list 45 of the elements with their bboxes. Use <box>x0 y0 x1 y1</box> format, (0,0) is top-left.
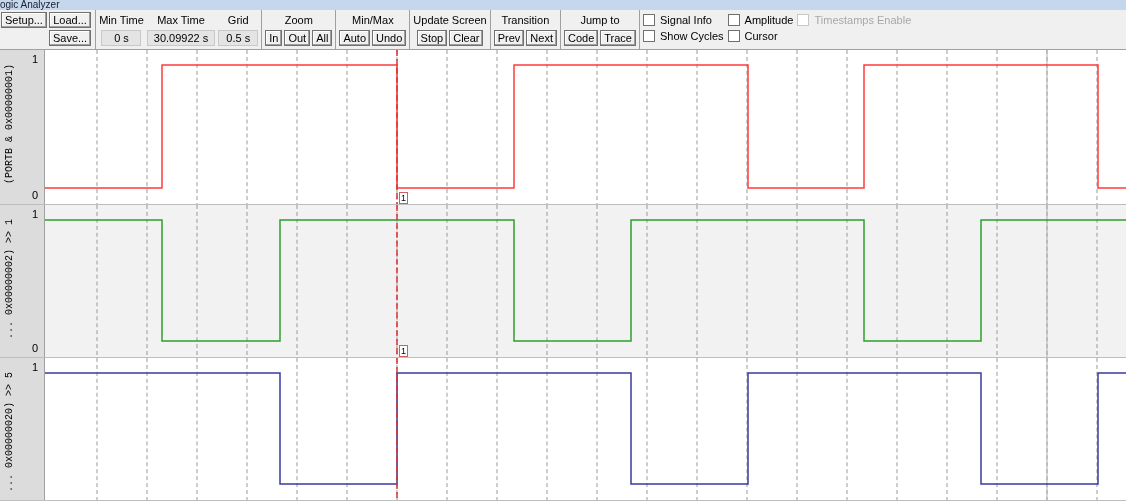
axis-max-label: 1 <box>31 53 38 65</box>
field-label: Grid <box>227 14 249 27</box>
group-label: Min/Max <box>352 14 394 27</box>
value-field: 0.5 s <box>218 30 259 46</box>
signal-name: (PORTB & 0x00000001) <box>4 64 16 185</box>
value-field: 0 s <box>101 30 142 46</box>
toolbar-button[interactable]: Undo <box>372 30 407 46</box>
group-label: Zoom <box>284 14 313 27</box>
group-label: Update Screen <box>413 14 487 27</box>
toolbar-button[interactable]: Trace <box>600 30 636 46</box>
save-button[interactable]: Save... <box>48 30 92 46</box>
load-button[interactable]: Load... <box>48 12 92 28</box>
field-label: Min Time <box>99 14 144 27</box>
toolbar-button[interactable]: Prev <box>493 30 525 46</box>
checkbox[interactable] <box>643 14 655 26</box>
checkbox-label: Signal Info <box>660 13 712 27</box>
checkbox[interactable] <box>643 30 655 42</box>
cursor-marker: 1 <box>399 192 408 204</box>
setup-button[interactable]: Setup... <box>1 12 47 28</box>
toolbar-button[interactable]: Clear <box>449 30 484 46</box>
axis-max-label: 1 <box>31 361 38 373</box>
signal-name: ... 0x00000020) >> 5 <box>4 372 16 493</box>
signal-name: ... 0x00000002) >> 1 <box>4 219 16 340</box>
toolbar-button[interactable]: Auto <box>339 30 371 46</box>
checkbox[interactable] <box>727 14 740 26</box>
field-label: Max Time <box>157 14 205 27</box>
checkbox-label: Show Cycles <box>660 29 724 43</box>
value-field: 30.09922 s <box>146 30 216 46</box>
group-label: Jump to <box>580 14 620 27</box>
window-title: ogic Analyzer <box>0 0 61 10</box>
group-label: Transition <box>501 14 550 27</box>
toolbar-button[interactable]: Stop <box>416 30 448 46</box>
axis-max-label: 1 <box>31 208 38 220</box>
toolbar-button[interactable]: All <box>312 30 333 46</box>
checkbox-label: Cursor <box>744 29 778 43</box>
checkbox-label: Timestamps Enable <box>814 13 912 27</box>
checkbox[interactable] <box>727 30 740 42</box>
toolbar-button[interactable]: Next <box>526 30 557 46</box>
toolbar-button[interactable]: Code <box>563 30 599 46</box>
axis-min-label: 0 <box>31 342 38 354</box>
checkbox-label: Amplitude <box>744 13 794 27</box>
toolbar-button[interactable]: Out <box>284 30 311 46</box>
toolbar-button[interactable]: In <box>265 30 283 46</box>
axis-min-label: 0 <box>31 189 38 201</box>
cursor-marker: 1 <box>399 345 408 357</box>
